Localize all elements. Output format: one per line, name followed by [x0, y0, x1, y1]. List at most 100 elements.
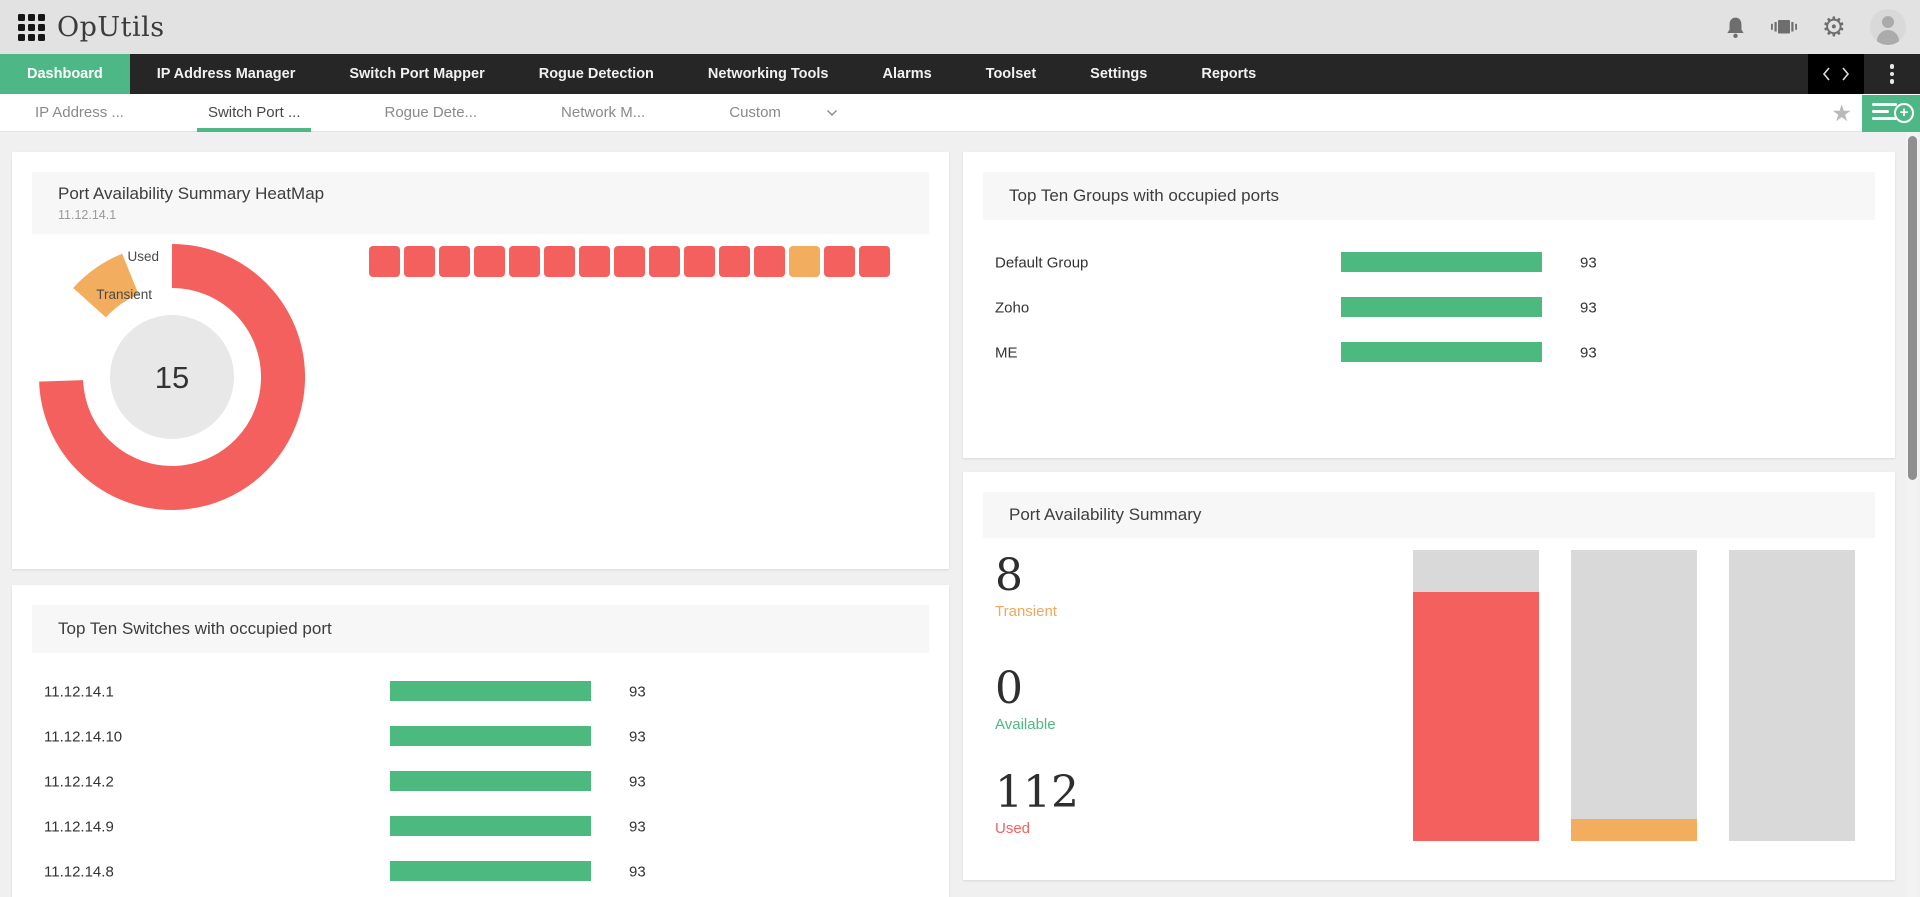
row-value: 93 [629, 863, 646, 880]
display-wall-icon[interactable] [1770, 17, 1798, 38]
column-segment [1571, 550, 1697, 820]
heatmap-cell-used[interactable] [439, 246, 470, 277]
nav-tab-toolset[interactable]: Toolset [959, 54, 1063, 94]
subtab-label: Rogue Dete... [384, 104, 478, 121]
card-title: Top Ten Groups with occupied ports [1009, 186, 1279, 205]
table-row: ME 93 [983, 330, 1875, 375]
donut-center-value: 15 [155, 360, 189, 395]
row-value: 93 [629, 818, 646, 835]
port-usage-column-1[interactable] [1413, 550, 1539, 841]
column-segment [1413, 592, 1539, 841]
apps-grid-icon[interactable] [18, 14, 45, 41]
occupied-ports-bar[interactable] [1341, 342, 1542, 362]
heatmap-cell-used[interactable] [719, 246, 750, 277]
overflow-menu-icon[interactable] [1889, 64, 1894, 84]
group-rows: Default Group 93 Zoho 93 ME 93 [983, 240, 1875, 375]
vertical-scrollbar[interactable] [1906, 132, 1918, 897]
column-segment [1413, 550, 1539, 593]
card-header: Top Ten Switches with occupied port [32, 605, 929, 653]
nav-tab-alarms[interactable]: Alarms [856, 54, 959, 94]
topbar-icons: ⚙ [1725, 0, 1906, 54]
chevron-right-icon[interactable] [1841, 66, 1850, 82]
nav-tab-networking-tools[interactable]: Networking Tools [681, 54, 856, 94]
nav-tab-settings[interactable]: Settings [1063, 54, 1174, 94]
summary-bars [983, 538, 1875, 858]
row-value: 93 [629, 773, 646, 790]
nav-tab-reports[interactable]: Reports [1174, 54, 1283, 94]
heatmap-cell-used[interactable] [824, 246, 855, 277]
nav-tab-rogue-detection[interactable]: Rogue Detection [512, 54, 681, 94]
card-title: Port Availability Summary [1009, 505, 1202, 524]
card-title: Port Availability Summary HeatMap [58, 184, 325, 203]
donut-label-used: Used [127, 249, 159, 264]
heatmap-cell-used[interactable] [684, 246, 715, 277]
port-usage-column-3[interactable] [1729, 550, 1855, 841]
subtab-label: Custom [729, 104, 781, 121]
avatar-shoulders [1877, 30, 1899, 45]
heatmap-cell-used[interactable] [474, 246, 505, 277]
row-label: 11.12.14.10 [44, 728, 123, 745]
column-segment [1571, 819, 1697, 841]
occupied-ports-bar[interactable] [390, 681, 591, 701]
heatmap-cell-used[interactable] [614, 246, 645, 277]
top-switches-card: Top Ten Switches with occupied port 11.1… [12, 585, 949, 897]
subtab-rogue-dete[interactable]: Rogue Dete... [384, 94, 477, 132]
heatmap-cell-used[interactable] [579, 246, 610, 277]
subtab-label: Network M... [561, 104, 646, 121]
donut-chart: 15 [32, 234, 352, 546]
favorite-star-icon[interactable]: ★ [1831, 100, 1852, 126]
heatmap-cell-used[interactable] [544, 246, 575, 277]
subtab-switch-port[interactable]: Switch Port ... [197, 94, 311, 132]
chevron-down-icon[interactable] [826, 109, 838, 117]
column-segment [1729, 550, 1855, 841]
occupied-ports-bar[interactable] [1341, 252, 1542, 272]
occupied-ports-bar[interactable] [390, 726, 591, 746]
heatmap-cell-used[interactable] [404, 246, 435, 277]
heatmap-cell-used[interactable] [754, 246, 785, 277]
topbar: OpUtils ⚙ [0, 0, 1920, 54]
subtab-ip-address[interactable]: IP Address ... [35, 94, 124, 132]
plus-circle-icon: + [1894, 103, 1914, 123]
subtab-custom[interactable]: Custom [729, 94, 838, 132]
heatmap-cell-transient[interactable] [789, 246, 820, 277]
app-logo: OpUtils [57, 12, 165, 43]
row-label: 11.12.14.1 [44, 683, 114, 700]
card-subtitle: 11.12.14.1 [58, 208, 117, 222]
port-usage-column-2[interactable] [1571, 550, 1697, 841]
scrollbar-thumb[interactable] [1907, 136, 1917, 480]
row-label: 11.12.14.2 [44, 773, 114, 790]
nav-tab-ip-address-manager[interactable]: IP Address Manager [130, 54, 323, 94]
row-value: 93 [1580, 254, 1597, 271]
settings-gear-icon[interactable]: ⚙ [1822, 14, 1846, 41]
subtab-network-m[interactable]: Network M... [561, 94, 645, 132]
nav-scroll-box [1807, 54, 1864, 94]
table-row: 11.12.14.8 93 [32, 849, 929, 894]
user-avatar[interactable] [1870, 9, 1906, 45]
nav-tab-switch-port-mapper[interactable]: Switch Port Mapper [322, 54, 511, 94]
occupied-ports-bar[interactable] [390, 771, 591, 791]
nav-tab-dashboard[interactable]: Dashboard [0, 54, 130, 94]
nav-items: Dashboard IP Address Manager Switch Port M… [0, 54, 1283, 94]
dashboard-content: Port Availability Summary HeatMap 11.12.… [0, 132, 1920, 897]
chevron-left-icon[interactable] [1822, 66, 1831, 82]
occupied-ports-bar[interactable] [390, 861, 591, 881]
card-header: Port Availability Summary [983, 492, 1875, 538]
occupied-ports-bar[interactable] [390, 816, 591, 836]
subtab-label: IP Address ... [35, 104, 124, 121]
heatmap-cell-used[interactable] [509, 246, 540, 277]
heatmap-cell-used[interactable] [369, 246, 400, 277]
heatmap-card-body: 15 Used Transient [32, 234, 929, 546]
row-label: Zoho [995, 299, 1030, 316]
heatmap-cell-used[interactable] [859, 246, 890, 277]
switch-rows: 11.12.14.1 93 11.12.14.10 93 11.12.14.2 93 11.… [32, 669, 929, 894]
add-widget-button[interactable]: + [1862, 95, 1920, 132]
heatmap-cell-used[interactable] [649, 246, 680, 277]
table-row: 11.12.14.9 93 [32, 804, 929, 849]
table-row: 11.12.14.1 93 [32, 669, 929, 714]
row-label: 11.12.14.8 [44, 863, 114, 880]
occupied-ports-bar[interactable] [1341, 297, 1542, 317]
notifications-bell-icon[interactable] [1725, 16, 1746, 39]
groups-card-body: Default Group 93 Zoho 93 ME 93 [983, 240, 1875, 375]
card-title: Top Ten Switches with occupied port [58, 619, 332, 638]
card-header: Top Ten Groups with occupied ports [983, 172, 1875, 220]
